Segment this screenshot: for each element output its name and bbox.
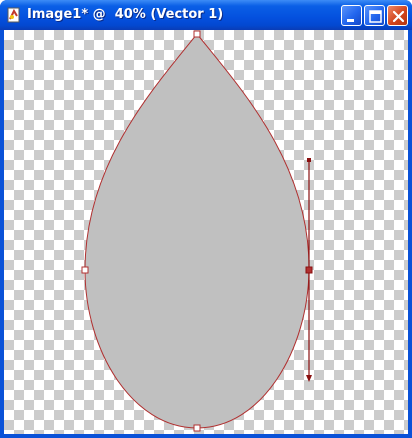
node-handle-top[interactable] bbox=[193, 30, 201, 38]
paint-document-icon bbox=[7, 7, 20, 23]
window-frame-right bbox=[408, 30, 412, 438]
node-handle-left[interactable] bbox=[81, 266, 89, 274]
window-title: Image1* @ 40% (Vector 1) bbox=[27, 7, 224, 22]
node-handle-bottom[interactable] bbox=[193, 424, 201, 432]
maximize-button[interactable] bbox=[364, 5, 385, 26]
node-handle-right[interactable] bbox=[305, 266, 313, 274]
handle-arrow-icon bbox=[306, 375, 312, 382]
close-button[interactable] bbox=[387, 5, 408, 26]
image-canvas[interactable] bbox=[4, 30, 408, 434]
teardrop-vector-shape[interactable] bbox=[84, 33, 310, 429]
close-icon bbox=[392, 10, 405, 23]
minimize-icon bbox=[347, 19, 354, 22]
minimize-button[interactable] bbox=[341, 5, 362, 26]
image-window: Image1* @ 40% (Vector 1) bbox=[0, 0, 412, 438]
control-point-top[interactable] bbox=[307, 158, 311, 162]
window-frame-bottom bbox=[0, 434, 412, 438]
title-bar[interactable]: Image1* @ 40% (Vector 1) bbox=[0, 0, 412, 30]
maximize-icon bbox=[369, 10, 382, 23]
vector-layer bbox=[81, 30, 313, 432]
